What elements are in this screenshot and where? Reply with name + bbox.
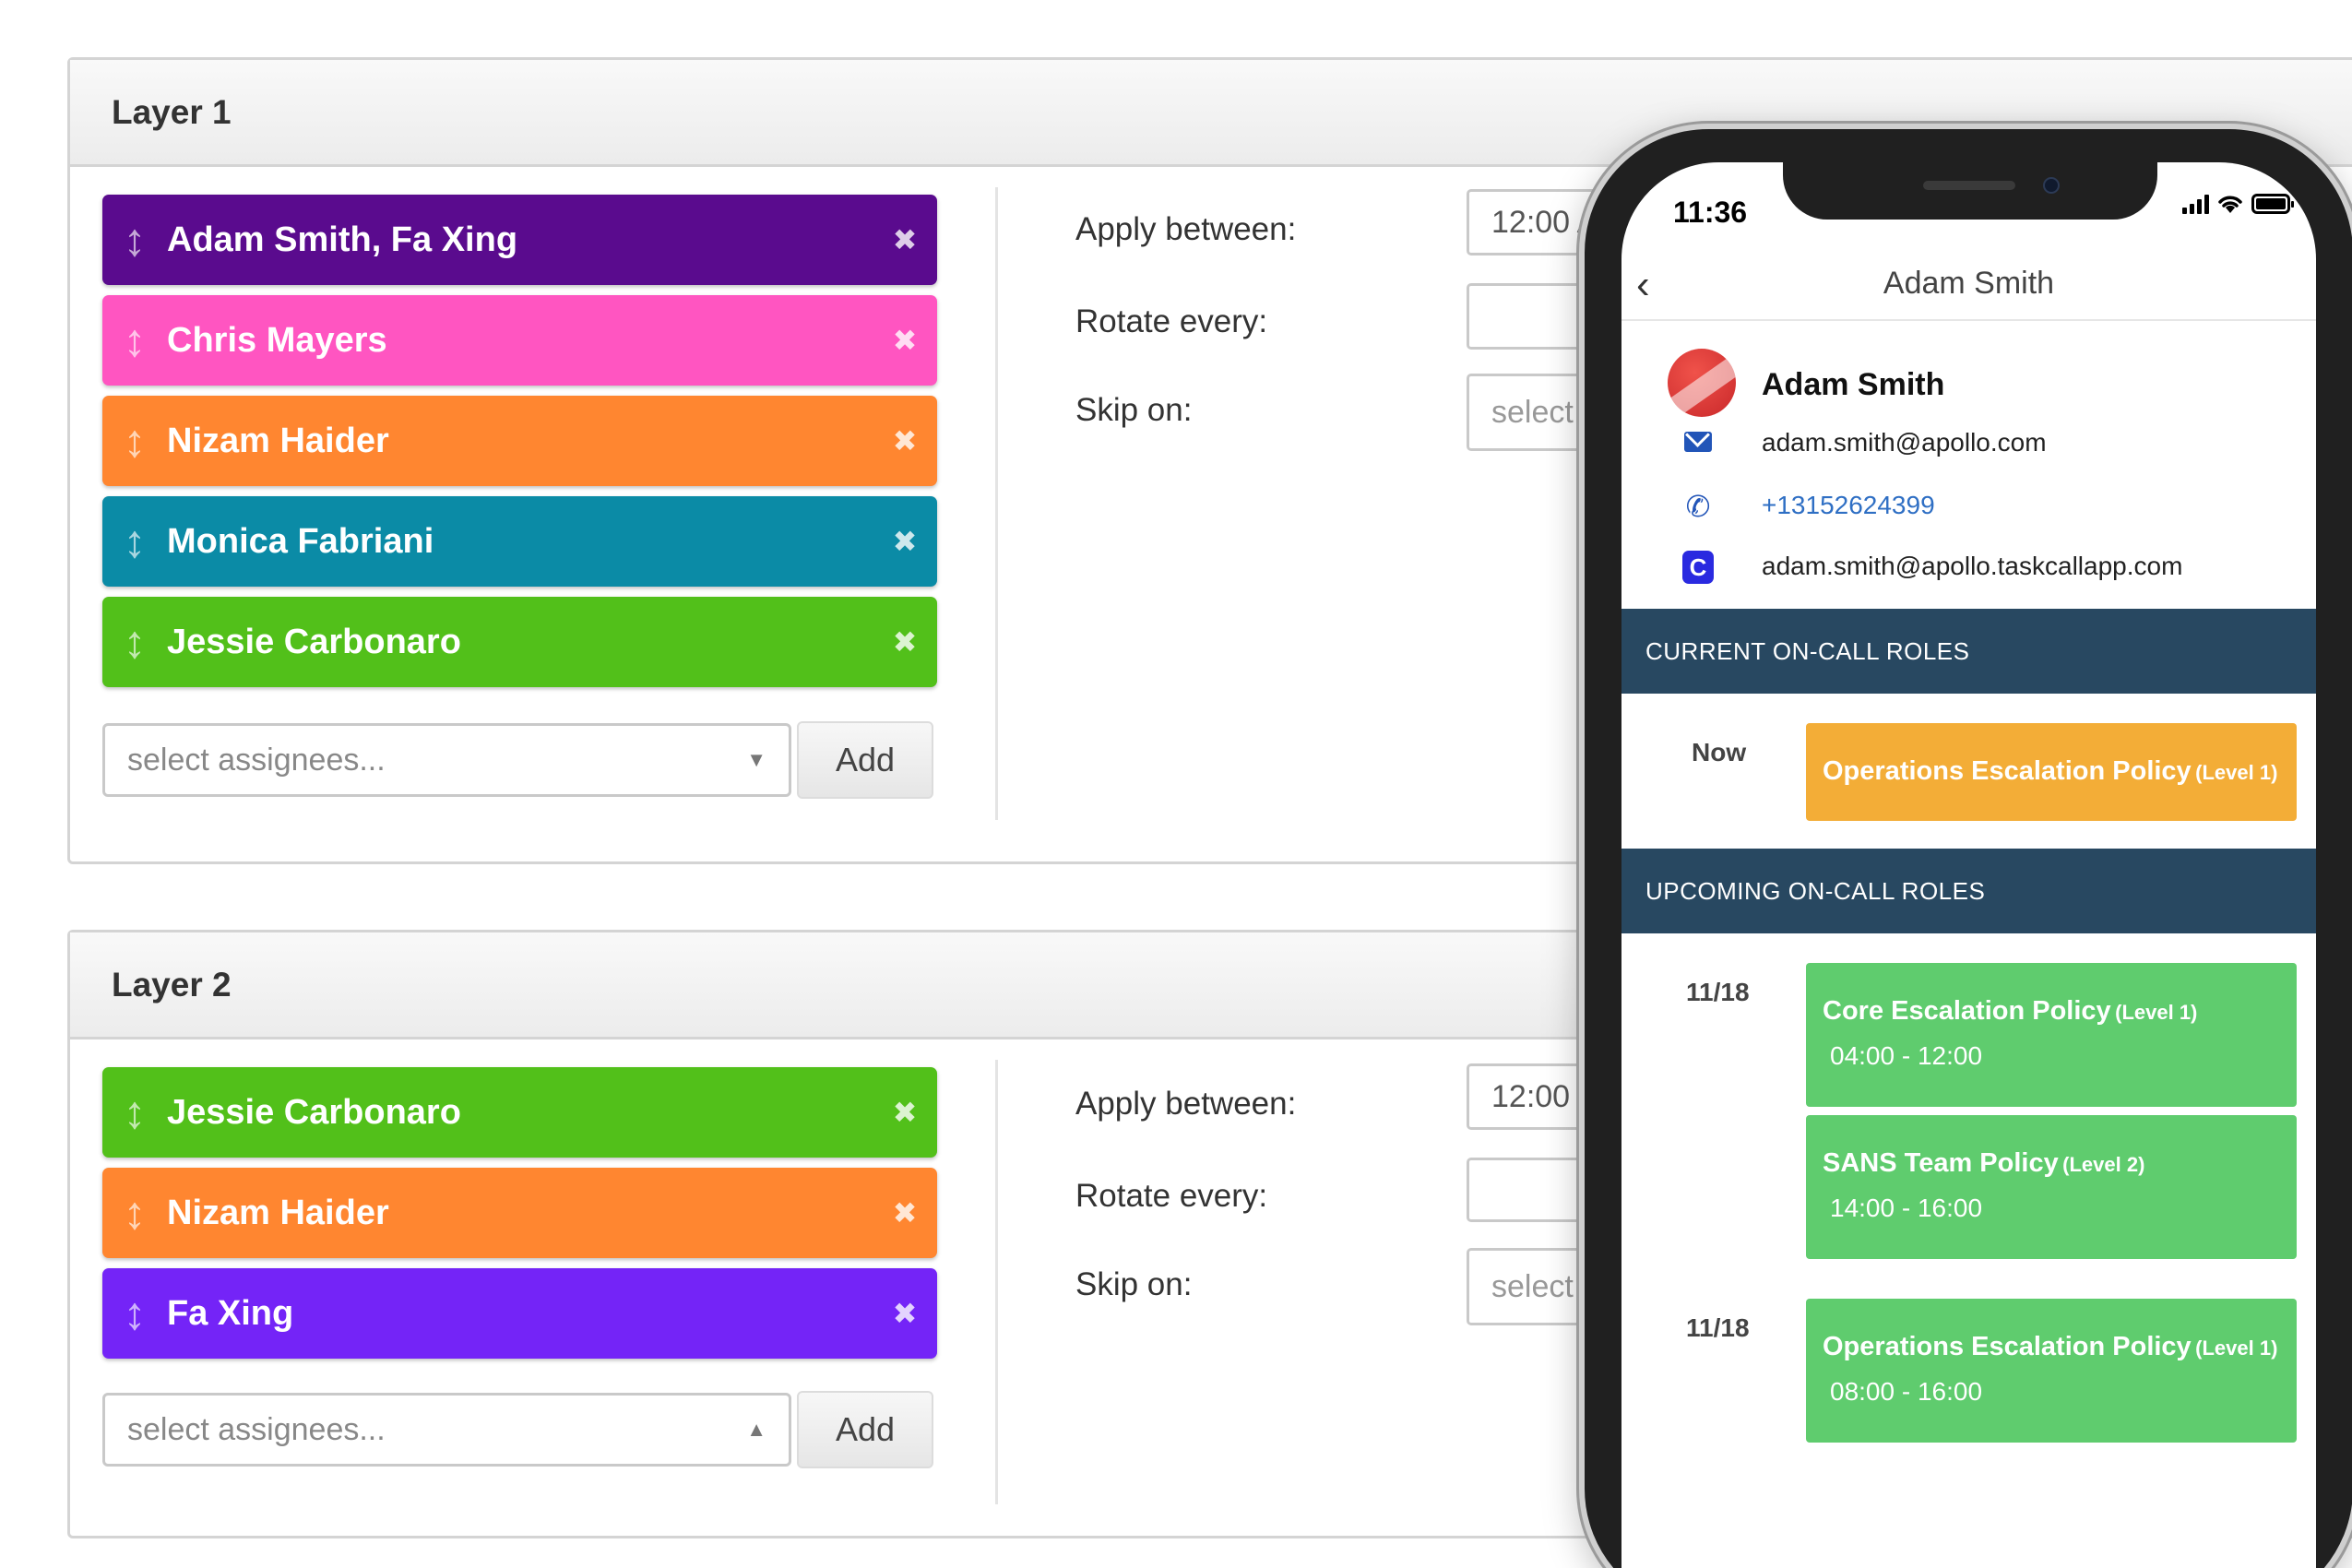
role-time: 14:00 - 16:00 (1830, 1194, 1983, 1222)
upcoming-role-card[interactable]: Operations Escalation Policy (Level 1) 0… (1806, 1299, 2297, 1443)
assignee-name: Adam Smith, Fa Xing (167, 220, 518, 259)
profile-navbar: ‹ Adam Smith (1621, 251, 2316, 321)
rotate-every-label: Rotate every: (1075, 1178, 1268, 1214)
status-time: 11:36 (1673, 196, 1748, 229)
assignee-chip[interactable]: ↕ Jessie Carbonaro ✖ (102, 1067, 937, 1158)
apply-between-label: Apply between: (1075, 1086, 1297, 1122)
drag-handle-icon[interactable]: ↕ (102, 396, 167, 486)
add-button[interactable]: Add (797, 721, 933, 799)
remove-icon[interactable]: ✖ (873, 1296, 937, 1331)
assignee-chip[interactable]: ↕ Chris Mayers ✖ (102, 295, 937, 386)
drag-handle-icon[interactable]: ↕ (102, 1268, 167, 1359)
drag-handle-icon[interactable]: ↕ (102, 1168, 167, 1258)
assignee-name: Nizam Haider (167, 1193, 389, 1232)
role-level: (Level 1) (2195, 761, 2278, 784)
caret-down-icon: ▼ (746, 748, 766, 771)
assignee-name: Nizam Haider (167, 421, 389, 460)
rotate-every-label: Rotate every: (1075, 303, 1268, 339)
role-time: 08:00 - 16:00 (1830, 1377, 1983, 1406)
divider (995, 1060, 998, 1504)
layer-1-assignee-list: ↕ Adam Smith, Fa Xing ✖ ↕ Chris Mayers ✖… (102, 195, 937, 697)
role-level: (Level 1) (2195, 1336, 2278, 1360)
phone-notch (1783, 162, 2157, 220)
status-icons (2182, 194, 2294, 214)
phone-number-link[interactable]: +13152624399 (1762, 491, 1935, 520)
avatar (1668, 349, 1736, 417)
assignee-select[interactable]: select assignees... ▲ (102, 1393, 791, 1467)
caret-up-icon: ▲ (746, 1418, 766, 1441)
assignee-name: Fa Xing (167, 1293, 294, 1333)
layer-1-title: Layer 1 (112, 92, 232, 131)
role-level: (Level 1) (2115, 1001, 2198, 1024)
skip-on-label: Skip on: (1075, 392, 1193, 428)
remove-icon[interactable]: ✖ (873, 524, 937, 559)
assignee-name: Jessie Carbonaro (167, 622, 461, 661)
role-when-label: Now (1692, 738, 1747, 766)
add-button[interactable]: Add (797, 1391, 933, 1468)
remove-icon[interactable]: ✖ (873, 323, 937, 358)
role-level: (Level 2) (2062, 1153, 2145, 1176)
screenshot-stage: Layer 1 ↕ Adam Smith, Fa Xing ✖ ↕ Chris … (0, 0, 2352, 1568)
assignee-chip[interactable]: ↕ Adam Smith, Fa Xing ✖ (102, 195, 937, 285)
current-role-card[interactable]: Operations Escalation Policy (Level 1) (1806, 723, 2297, 821)
nav-title: Adam Smith (1883, 266, 2055, 301)
upcoming-role-card[interactable]: SANS Team Policy (Level 2) 14:00 - 16:00 (1806, 1115, 2297, 1259)
assignee-name: Monica Fabriani (167, 521, 434, 561)
layer-1-add-row: select assignees... ▼ Add (102, 721, 933, 799)
phone-frame: 11:36 ‹ Adam Smith Adam Smith adam.smith… (1579, 124, 2352, 1568)
assignee-select-placeholder: select assignees... (127, 742, 386, 778)
role-time: 04:00 - 12:00 (1830, 1041, 1983, 1070)
remove-icon[interactable]: ✖ (873, 1195, 937, 1230)
role-date-label: 11/18 (1686, 978, 1750, 1006)
assignee-chip[interactable]: ↕ Nizam Haider ✖ (102, 1168, 937, 1258)
assignee-chip[interactable]: ↕ Monica Fabriani ✖ (102, 496, 937, 587)
divider (995, 187, 998, 820)
taskcall-app-icon: C (1682, 551, 1714, 584)
upcoming-roles-header: UPCOMING ON-CALL ROLES (1621, 849, 2316, 933)
layer-2-add-row: select assignees... ▲ Add (102, 1391, 933, 1468)
profile-name: Adam Smith (1762, 367, 1945, 402)
remove-icon[interactable]: ✖ (873, 624, 937, 659)
drag-handle-icon[interactable]: ↕ (102, 195, 167, 285)
app-email-text[interactable]: adam.smith@apollo.taskcallapp.com (1762, 552, 2182, 581)
signal-icon (2182, 194, 2209, 214)
phone-screen: 11:36 ‹ Adam Smith Adam Smith adam.smith… (1621, 162, 2316, 1568)
email-text[interactable]: adam.smith@apollo.com (1762, 428, 2047, 457)
wifi-icon (2218, 196, 2242, 213)
role-policy-name: SANS Team Policy (1823, 1148, 2059, 1178)
email-icon (1682, 426, 1714, 457)
role-policy-name: Operations Escalation Policy (1823, 1332, 2192, 1361)
remove-icon[interactable]: ✖ (873, 222, 937, 257)
assignee-chip[interactable]: ↕ Nizam Haider ✖ (102, 396, 937, 486)
remove-icon[interactable]: ✖ (873, 1095, 937, 1130)
role-policy-name: Operations Escalation Policy (1823, 756, 2192, 786)
front-camera (2043, 177, 2060, 194)
assignee-name: Chris Mayers (167, 320, 387, 360)
drag-handle-icon[interactable]: ↕ (102, 1067, 167, 1158)
layer-2-assignee-list: ↕ Jessie Carbonaro ✖ ↕ Nizam Haider ✖ ↕ … (102, 1067, 937, 1369)
skip-on-label: Skip on: (1075, 1266, 1193, 1302)
assignee-chip[interactable]: ↕ Jessie Carbonaro ✖ (102, 597, 937, 687)
remove-icon[interactable]: ✖ (873, 423, 937, 458)
current-roles-header: CURRENT ON-CALL ROLES (1621, 609, 2316, 694)
role-date-label: 11/18 (1686, 1313, 1750, 1342)
role-policy-name: Core Escalation Policy (1823, 996, 2111, 1026)
speaker-grille (1923, 181, 2015, 190)
drag-handle-icon[interactable]: ↕ (102, 295, 167, 386)
assignee-select[interactable]: select assignees... ▼ (102, 723, 791, 797)
drag-handle-icon[interactable]: ↕ (102, 597, 167, 687)
assignee-chip[interactable]: ↕ Fa Xing ✖ (102, 1268, 937, 1359)
battery-icon (2251, 194, 2294, 214)
assignee-select-placeholder: select assignees... (127, 1411, 386, 1447)
apply-between-label: Apply between: (1075, 211, 1297, 247)
assignee-name: Jessie Carbonaro (167, 1092, 461, 1132)
phone-icon: ✆ (1685, 490, 1711, 523)
layer-2-title: Layer 2 (112, 965, 232, 1004)
drag-handle-icon[interactable]: ↕ (102, 496, 167, 587)
upcoming-role-card[interactable]: Core Escalation Policy (Level 1) 04:00 -… (1806, 963, 2297, 1107)
